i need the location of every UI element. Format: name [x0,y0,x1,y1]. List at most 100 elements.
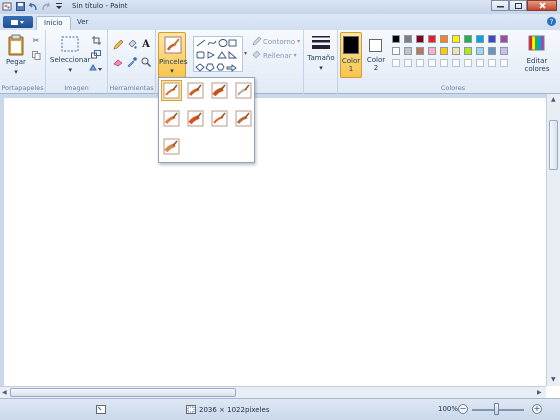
palette-swatch[interactable] [392,35,400,43]
edit-colors-button[interactable]: Editar colores [518,34,556,78]
drawing-canvas[interactable] [4,98,546,386]
fill-button[interactable]: Rellenar ▾ [252,51,297,60]
horizontal-scrollbar[interactable]: ◀ ▶ [0,386,546,398]
redo-icon[interactable] [41,1,51,11]
fill-bucket-icon[interactable] [126,40,138,50]
size-label: Tamaño [307,54,335,62]
tab-ver[interactable]: Ver [70,16,95,30]
rotate-icon[interactable] [88,63,104,73]
tab-inicio[interactable]: Inicio [36,16,71,30]
custom-color-slot[interactable] [428,59,436,67]
color1-button[interactable]: Color 1 [340,32,362,78]
magnifier-icon[interactable] [140,57,152,67]
palette-swatch[interactable] [476,47,484,55]
window-controls [491,0,557,11]
file-menu-button[interactable] [3,16,33,28]
palette-swatch[interactable] [500,35,508,43]
brush-icon [164,36,182,56]
copy-icon[interactable] [30,50,42,60]
palette-swatch[interactable] [428,47,436,55]
vertical-scrollbar[interactable]: ▲ ▼ [546,94,560,386]
brush-option-crayon[interactable] [185,108,206,129]
scroll-up-icon[interactable]: ▲ [551,96,556,103]
zoom-slider-thumb[interactable] [494,403,499,415]
palette-swatch[interactable] [500,47,508,55]
palette-swatch[interactable] [488,47,496,55]
zoom-in-button[interactable]: + [532,404,542,414]
custom-color-slot[interactable] [404,59,412,67]
crop-icon[interactable] [90,35,102,45]
pencil-icon[interactable] [112,40,124,50]
brush-option-calligraphy-brush-2[interactable] [209,80,230,101]
fill-bucket-small-icon [252,51,261,59]
chevron-down-icon[interactable]: ▾ [244,50,247,57]
cut-icon[interactable]: ✂ [30,35,42,45]
scroll-down-icon[interactable]: ▼ [551,376,556,383]
palette-swatch[interactable] [464,47,472,55]
line-thickness-icon [312,36,330,49]
color-picker-icon[interactable] [126,57,138,67]
palette-swatch[interactable] [416,47,424,55]
color2-button[interactable]: Color 2 [365,32,387,78]
fill-label: Rellenar [263,51,292,60]
palette-swatch[interactable] [464,35,472,43]
brush-option-watercolor-brush[interactable] [161,136,182,157]
size-button[interactable]: Tamaño ▾ [307,34,335,72]
help-icon[interactable]: ? [547,17,556,26]
paste-button[interactable]: Pegar ▾ [6,34,26,76]
customize-dropdown-icon[interactable] [54,1,64,11]
paint-app-icon[interactable] [2,1,12,11]
scroll-left-icon[interactable]: ◀ [2,389,7,396]
palette-swatch[interactable] [440,35,448,43]
custom-color-slot[interactable] [464,59,472,67]
custom-color-slot[interactable] [416,59,424,67]
select-button[interactable]: Seleccionar ▾ [50,34,91,74]
custom-color-slot[interactable] [500,59,508,67]
palette-swatch[interactable] [452,35,460,43]
brush-option-marker[interactable] [209,108,230,129]
close-button[interactable] [527,0,557,11]
horizontal-scroll-thumb[interactable] [10,388,236,397]
minimize-button[interactable] [491,0,509,11]
group-label-portapapeles: Portapapeles [1,84,44,92]
brush-option-calligraphy-brush-1[interactable] [185,80,206,101]
save-icon[interactable] [15,1,25,11]
brush-option-airbrush[interactable] [233,80,254,101]
color1-number: 1 [348,65,354,73]
palette-swatch[interactable] [392,47,400,55]
brush-option-brush[interactable] [161,80,182,101]
brushes-button[interactable]: Pinceles ▾ [158,32,188,78]
custom-color-slot[interactable] [476,59,484,67]
brushes-label: Pinceles [159,58,188,66]
text-tool-icon[interactable]: A [140,39,152,50]
color2-number: 2 [373,64,379,72]
edit-colors-label: Editar colores [524,57,550,73]
ribbon-tab-row: Inicio Ver ? [0,14,560,30]
palette-swatch[interactable] [488,35,496,43]
scroll-right-icon[interactable]: ▶ [537,389,542,396]
brush-option-oil-brush[interactable] [161,108,182,129]
zoom-out-button[interactable]: − [458,404,468,414]
undo-icon[interactable] [28,1,38,11]
chevron-down-icon: ▾ [319,64,323,72]
palette-swatch[interactable] [404,47,412,55]
palette-swatch[interactable] [404,35,412,43]
custom-color-slot[interactable] [392,59,400,67]
palette-swatch[interactable] [428,35,436,43]
outline-button[interactable]: Contorno ▾ [252,37,300,46]
palette-swatch[interactable] [452,47,460,55]
custom-color-slot[interactable] [452,59,460,67]
eraser-icon[interactable] [112,57,124,67]
palette-swatch[interactable] [440,47,448,55]
brush-option-natural-pencil[interactable] [233,108,254,129]
image-dimensions-text: 2036 × 1022píxeles [199,405,270,414]
shapes-gallery[interactable] [193,36,243,72]
maximize-button[interactable] [509,0,527,11]
palette-swatch[interactable] [476,35,484,43]
custom-color-slot[interactable] [440,59,448,67]
custom-color-slot[interactable] [488,59,496,67]
palette-swatch[interactable] [416,35,424,43]
image-size-icon [186,405,196,414]
resize-icon[interactable] [90,49,102,59]
vertical-scroll-thumb[interactable] [549,120,558,170]
